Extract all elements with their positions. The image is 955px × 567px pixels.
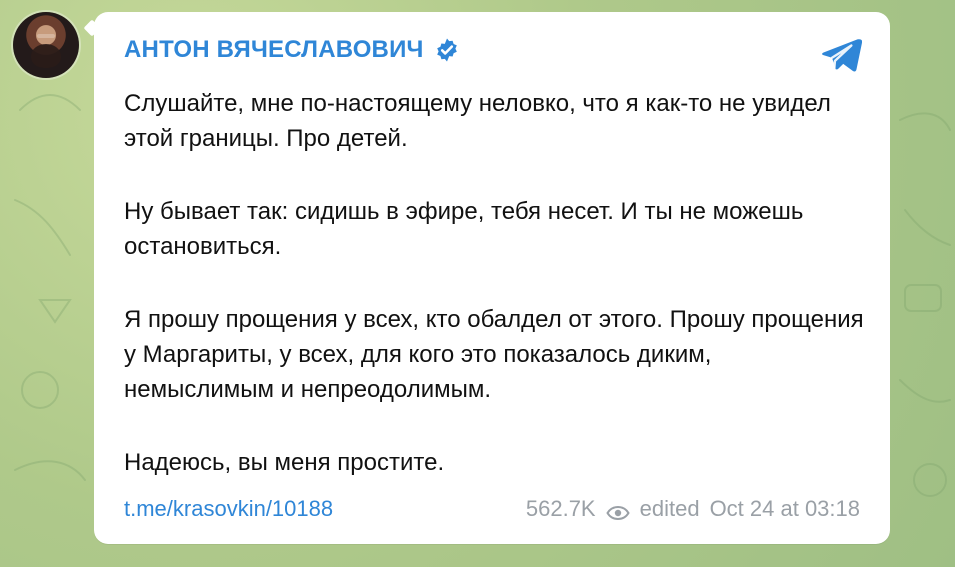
message-footer: t.me/krasovkin/10188 562.7K edited Oct 2… [124,496,860,522]
message-paragraph-1: Слушайте, мне по-настоящему неловко, что… [124,90,831,152]
telegram-share-button[interactable] [818,33,863,77]
avatar-beard [31,44,61,68]
message-meta: 562.7K edited Oct 24 at 03:18 [526,496,860,522]
author-avatar[interactable] [13,12,79,78]
message-paragraph-2: Ну бывает так: сидишь в эфире, тебя несе… [124,198,804,260]
edited-label: edited [639,496,700,521]
message-paragraph-3: Я прошу прощения у всех, кто обалдел от … [124,306,864,403]
views-count: 562.7K [525,496,596,521]
message-paragraph-4: Надеюсь, вы меня простите. [124,449,445,476]
avatar-eyes [37,34,55,38]
post-timestamp: Oct 24 at 03:18 [709,496,860,521]
verified-badge-icon [434,37,460,63]
telegram-plane-icon [818,33,863,82]
post-link[interactable]: t.me/krasovkin/10188 [124,496,333,522]
message-text: Слушайте, мне по-настоящему неловко, что… [124,86,864,480]
message-header: АНТОН ВЯЧЕСЛАВОВИЧ [124,36,460,64]
author-name[interactable]: АНТОН ВЯЧЕСЛАВОВИЧ [124,36,424,64]
message-bubble: АНТОН ВЯЧЕСЛАВОВИЧ Слушайте, мне по-наст… [94,12,890,544]
eye-icon [605,501,630,521]
